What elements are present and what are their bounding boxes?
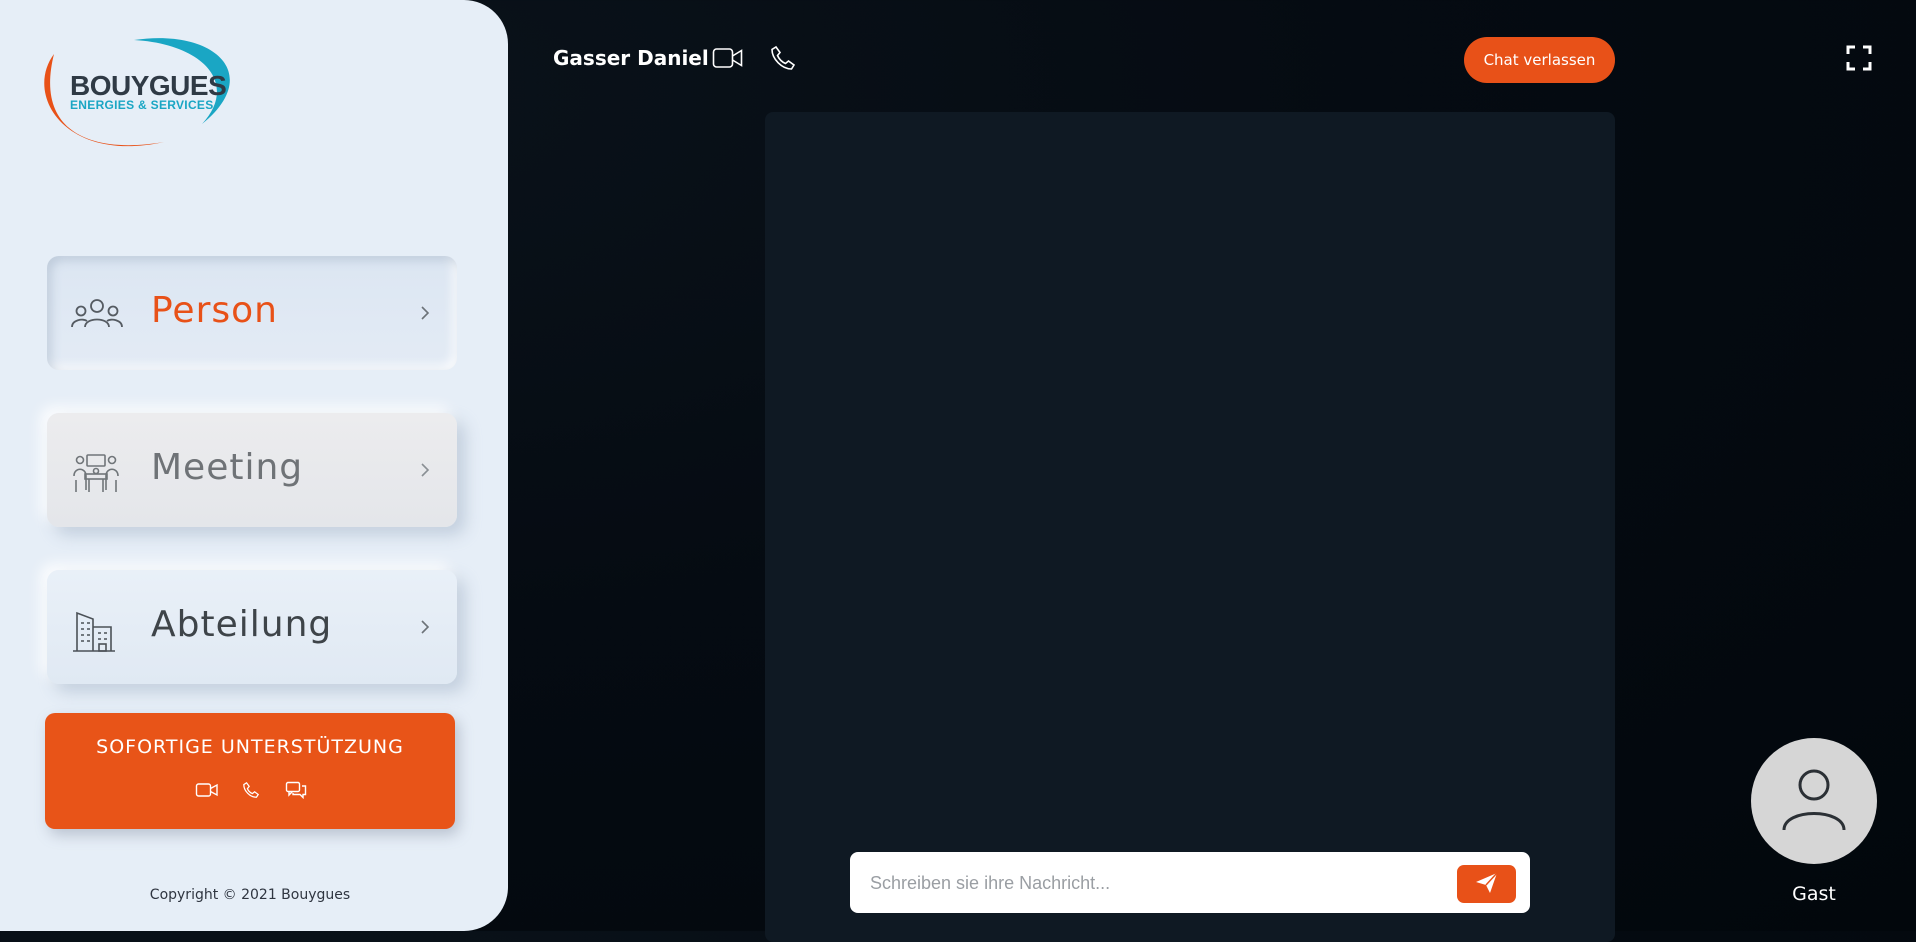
- nav-item-label: Meeting: [151, 447, 304, 488]
- caller-name: Gasser Daniel: [553, 46, 709, 70]
- immediate-support-button[interactable]: SOFORTIGE UNTERSTÜTZUNG: [45, 713, 455, 829]
- message-input[interactable]: [868, 852, 1432, 915]
- chat-bubbles-icon[interactable]: [285, 781, 309, 800]
- video-camera-icon[interactable]: [712, 46, 744, 75]
- message-composer: [850, 852, 1530, 915]
- chevron-right-icon: [419, 304, 431, 322]
- video-camera-icon[interactable]: [195, 781, 219, 799]
- logo-subtitle: ENERGIES & SERVICES: [70, 98, 214, 112]
- bouygues-logo: BOUYGUES ENERGIES & SERVICES: [34, 34, 240, 152]
- fullscreen-icon[interactable]: [1846, 45, 1872, 71]
- nav-item-label: Abteilung: [151, 604, 333, 645]
- nav-item-abteilung[interactable]: Abteilung: [47, 570, 457, 684]
- meeting-icon: [71, 452, 121, 492]
- chevron-right-icon: [419, 461, 431, 479]
- chevron-right-icon: [419, 618, 431, 636]
- people-group-icon: [71, 295, 123, 335]
- sidebar: BOUYGUES ENERGIES & SERVICES Person Meet…: [0, 0, 508, 931]
- leave-chat-button[interactable]: Chat verlassen: [1464, 37, 1615, 83]
- support-title: SOFORTIGE UNTERSTÜTZUNG: [96, 736, 404, 758]
- guest-avatar: [1751, 738, 1877, 864]
- nav-item-person[interactable]: Person: [47, 256, 457, 370]
- guest-label: Gast: [1792, 883, 1836, 905]
- user-icon: [1751, 769, 1877, 868]
- send-icon: [1475, 871, 1499, 897]
- nav-item-meeting[interactable]: Meeting: [47, 413, 457, 527]
- send-button[interactable]: [1457, 865, 1516, 903]
- chat-messages-panel: [765, 112, 1615, 942]
- phone-icon[interactable]: [770, 45, 796, 76]
- phone-icon[interactable]: [241, 781, 265, 799]
- building-icon: [71, 609, 121, 652]
- copyright-text: Copyright © 2021 Bouygues: [149, 887, 351, 903]
- nav-item-label: Person: [151, 290, 278, 331]
